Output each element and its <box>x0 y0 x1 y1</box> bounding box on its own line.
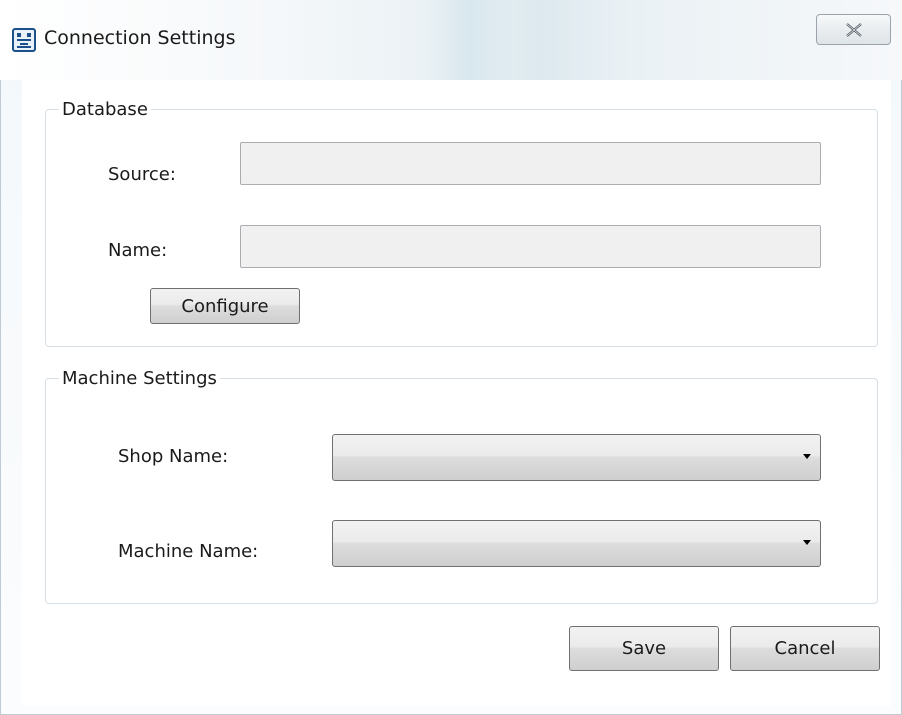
chevron-down-icon <box>803 540 811 545</box>
machine-settings-group-legend: Machine Settings <box>62 368 217 389</box>
shop-name-label: Shop Name: <box>118 446 229 467</box>
dialog-client-area: Database Source: Name: Configure Machine… <box>22 80 891 706</box>
cancel-button[interactable]: Cancel <box>730 626 880 671</box>
app-window-icon <box>12 28 36 52</box>
machine-name-dropdown[interactable] <box>332 520 821 567</box>
machine-name-label: Machine Name: <box>118 541 259 562</box>
configure-button[interactable]: Configure <box>150 288 300 324</box>
source-label: Source: <box>108 164 176 185</box>
close-icon <box>846 23 862 37</box>
database-name-input[interactable] <box>240 225 821 268</box>
chevron-down-icon <box>803 454 811 459</box>
connection-settings-window: Connection Settings Database Source: Nam… <box>0 0 902 715</box>
close-button[interactable] <box>816 14 891 45</box>
save-button[interactable]: Save <box>569 626 719 671</box>
name-label: Name: <box>108 240 168 261</box>
machine-settings-group: Machine Settings <box>45 368 878 604</box>
shop-name-dropdown[interactable] <box>332 434 821 481</box>
source-input[interactable] <box>240 142 821 185</box>
window-title: Connection Settings <box>44 27 236 49</box>
database-group-legend: Database <box>62 99 148 120</box>
